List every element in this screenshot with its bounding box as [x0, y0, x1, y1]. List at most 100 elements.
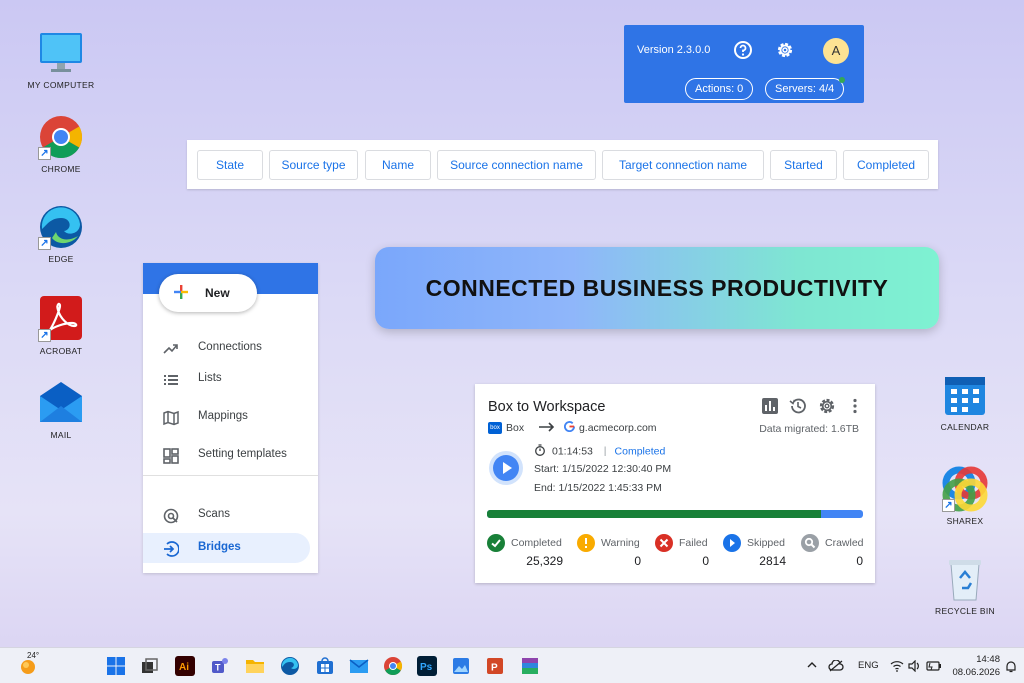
stat-value: 0 [634, 554, 641, 568]
teams-icon[interactable]: T [210, 656, 230, 676]
settings-icon[interactable] [774, 39, 796, 61]
scan-icon [163, 508, 179, 524]
server-status-dot [839, 77, 846, 83]
history-icon[interactable] [789, 397, 807, 415]
stat-warning: Warning 0 [577, 534, 641, 574]
bar-chart-icon[interactable] [761, 397, 779, 415]
actions-pill[interactable]: Actions: 0 [685, 78, 754, 100]
clock[interactable]: 14:48 08.06.2026 [952, 653, 1000, 679]
edge-taskbar-icon[interactable] [280, 656, 300, 676]
chrome-taskbar-icon[interactable] [383, 656, 403, 676]
weather-widget[interactable]: 24° [17, 651, 39, 677]
sidebar-item-scans[interactable]: Scans [143, 500, 318, 530]
stat-value: 2814 [759, 554, 786, 568]
desktop-icon-label: EDGE [48, 254, 74, 264]
column-header-bar: State Source type Name Source connection… [187, 140, 938, 189]
winrar-icon[interactable] [520, 656, 540, 676]
chevron-up-icon[interactable] [806, 660, 818, 673]
notification-bell-icon[interactable] [1005, 660, 1017, 678]
illustrator-icon[interactable]: Ai [175, 656, 195, 676]
desktop-icon-label: MAIL [50, 430, 72, 440]
store-icon[interactable] [315, 656, 335, 676]
stat-crawled: Crawled 0 [801, 534, 864, 574]
more-vert-icon[interactable] [846, 397, 864, 415]
sidebar-item-connections[interactable]: Connections [143, 333, 318, 363]
duration-value: 01:14:53 [552, 445, 593, 458]
map-icon [163, 410, 179, 426]
stat-value: 0 [856, 554, 863, 568]
status-text: Completed [614, 445, 666, 458]
sidebar-item-bridges[interactable]: Bridges [143, 533, 310, 563]
acrobat-icon: ↗ [38, 296, 84, 342]
settings-icon[interactable] [818, 397, 836, 415]
shortcut-arrow-icon: ↗ [38, 147, 51, 160]
play-button[interactable] [489, 451, 523, 485]
wifi-icon[interactable] [890, 660, 904, 675]
start-icon[interactable] [106, 656, 126, 676]
task-view-icon[interactable] [140, 656, 160, 676]
sidebar-item-label: Bridges [198, 541, 241, 553]
svg-text:P: P [491, 663, 498, 674]
column-state[interactable]: State [197, 150, 263, 180]
desktop-icon-sharex[interactable]: ↗ SHAREX [920, 466, 1010, 526]
language-indicator[interactable]: ENG [858, 660, 879, 671]
stat-label: Completed [511, 537, 562, 549]
job-card[interactable]: Box to Workspace box Box g.acmecorp.com D… [475, 384, 875, 583]
stat-value: 0 [702, 554, 709, 568]
arrow-right-icon [539, 421, 555, 435]
sharex-icon: ↗ [942, 466, 988, 512]
desktop-icon-my-computer[interactable]: MY COMPUTER [16, 30, 106, 90]
error-icon [655, 534, 673, 552]
end-time: End: 1/15/2022 1:45:33 PM [534, 482, 662, 494]
help-icon[interactable] [732, 39, 754, 61]
desktop-icon-chrome[interactable]: ↗ CHROME [16, 114, 106, 174]
app-header: Version 2.3.0.0 A Actions: 0 Servers: 4/… [624, 25, 864, 103]
promo-banner: CONNECTED BUSINESS PRODUCTIVITY [375, 247, 939, 329]
source-name: Box [506, 421, 525, 434]
sidebar-item-label: Mappings [198, 410, 248, 422]
sidebar-item-mappings[interactable]: Mappings [143, 402, 318, 432]
stat-label: Warning [601, 537, 640, 549]
new-button-label: New [205, 286, 230, 300]
sidebar-item-label: Scans [198, 508, 230, 520]
desktop-icon-acrobat[interactable]: ↗ ACROBAT [16, 296, 106, 356]
data-migrated: Data migrated: 1.6TB [759, 423, 859, 435]
photoshop-icon[interactable]: Ps [417, 656, 437, 676]
recycle-bin-icon [942, 556, 988, 602]
mail-icon [38, 380, 84, 426]
sidebar-item-lists[interactable]: Lists [143, 364, 318, 394]
sidebar-item-setting-templates[interactable]: Setting templates [143, 440, 318, 470]
plus-icon [174, 285, 188, 299]
avatar[interactable]: A [823, 38, 849, 64]
shortcut-arrow-icon: ↗ [942, 499, 955, 512]
volume-icon[interactable] [908, 659, 922, 675]
column-completed[interactable]: Completed [843, 150, 929, 180]
desktop-icon-calendar[interactable]: CALENDAR [920, 372, 1010, 432]
monitor-icon [38, 30, 84, 76]
column-source-connection-name[interactable]: Source connection name [437, 150, 596, 180]
desktop-icon-edge[interactable]: ↗ EDGE [16, 204, 106, 264]
progress-fill [487, 510, 821, 518]
sidebar: New Connections Lists Mappings Setting t… [143, 263, 318, 573]
search-icon [801, 534, 819, 552]
file-explorer-icon[interactable] [245, 656, 265, 676]
stat-label: Failed [679, 537, 708, 549]
battery-icon[interactable] [926, 660, 942, 675]
column-started[interactable]: Started [770, 150, 837, 180]
mail-taskbar-icon[interactable] [349, 656, 369, 676]
new-button[interactable]: New [159, 274, 257, 312]
column-source-type[interactable]: Source type [269, 150, 358, 180]
clock-time: 14:48 [976, 654, 1000, 665]
stat-value: 25,329 [526, 554, 563, 568]
cloud-icon[interactable] [828, 659, 844, 675]
servers-pill[interactable]: Servers: 4/4 [765, 77, 846, 100]
column-target-connection-name[interactable]: Target connection name [602, 150, 764, 180]
svg-text:T: T [215, 663, 221, 673]
powerpoint-icon[interactable]: P [485, 656, 505, 676]
photos-icon[interactable] [451, 656, 471, 676]
box-logo-icon: box [488, 422, 502, 434]
desktop-icon-mail[interactable]: MAIL [16, 380, 106, 440]
column-name[interactable]: Name [365, 150, 431, 180]
shortcut-arrow-icon: ↗ [38, 237, 51, 250]
desktop-icon-recycle-bin[interactable]: RECYCLE BIN [920, 556, 1010, 616]
